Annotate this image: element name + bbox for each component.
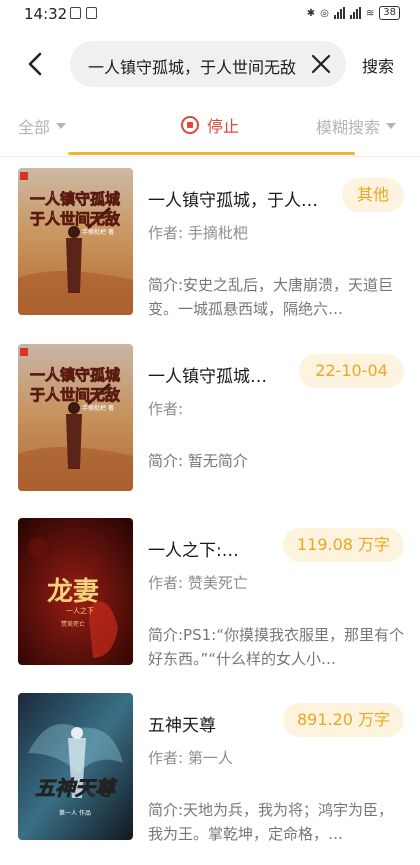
search-input[interactable]: 一人镇守孤城，于人世间无敌 bbox=[70, 41, 346, 87]
book-author: 作者: 赞美死亡 bbox=[148, 574, 248, 592]
active-tab-underline bbox=[68, 152, 355, 155]
cover-title-line: 一人之下 bbox=[66, 606, 94, 615]
stop-label: 停止 bbox=[207, 117, 240, 136]
cover-author-text: 赞美死亡 bbox=[61, 620, 85, 628]
book-intro: 简介: 暂无简介 bbox=[148, 452, 248, 470]
caret-down-icon bbox=[386, 123, 397, 129]
stop-search-button[interactable]: 停止 bbox=[181, 113, 239, 137]
book-title: 一人镇守孤城，于人… bbox=[148, 191, 318, 211]
book-intro: 简介:PS1:“你摸摸我衣服里，那里有个好东西。”“什么样的女人小… bbox=[148, 626, 404, 668]
book-tag: 其他 bbox=[342, 178, 404, 212]
hotspot-icon: ◎ bbox=[320, 7, 329, 19]
wifi-icon: ≋ bbox=[365, 7, 375, 19]
status-system-icons: ✱ ◎ ≋ 38 bbox=[307, 6, 400, 20]
chevron-left-icon bbox=[28, 52, 42, 76]
fuzzy-search-label: 模糊搜索 bbox=[316, 118, 381, 137]
cover-author-text: 第一人 作品 bbox=[59, 809, 91, 817]
book-item[interactable]: 五神天尊 第一人 作品 五神天尊 891.20 万字 作者: 第一人 简介:天地… bbox=[0, 693, 420, 843]
book-author: 作者: bbox=[148, 400, 184, 418]
book-item[interactable]: 一人镇守孤城 于人世间无敌 手摘枇杷 著 一人镇守孤城… 22-10-04 作者… bbox=[0, 344, 420, 494]
search-query-text[interactable]: 一人镇守孤城，于人世间无敌 bbox=[88, 54, 296, 78]
cover-title-line: 于人世间无敌 bbox=[30, 386, 120, 404]
status-notification-icons bbox=[70, 7, 97, 19]
cover-title-line: 于人世间无敌 bbox=[30, 210, 120, 228]
filter-all-label: 全部 bbox=[18, 118, 51, 137]
divider bbox=[0, 156, 420, 157]
book-tag: 891.20 万字 bbox=[283, 703, 404, 737]
fuzzy-search-dropdown[interactable]: 模糊搜索 bbox=[316, 114, 397, 138]
status-time: 14:32 bbox=[24, 5, 68, 23]
cover-author-text: 手摘枇杷 著 bbox=[82, 228, 114, 236]
book-intro: 简介:安史之乱后，大唐崩溃，天道巨变。一城孤悬西域，隔绝六… bbox=[148, 276, 394, 318]
cover-title-line: 五神天尊 bbox=[35, 776, 118, 800]
book-title: 一人镇守孤城… bbox=[148, 367, 267, 387]
back-button[interactable] bbox=[20, 48, 52, 80]
search-button[interactable]: 搜索 bbox=[362, 53, 394, 77]
book-tag: 22-10-04 bbox=[299, 354, 404, 388]
book-item[interactable]: 龙妻 一人之下 赞美死亡 一人之下:… 119.08 万字 作者: 赞美死亡 简… bbox=[0, 518, 420, 668]
cover-author-text: 手摘枇杷 著 bbox=[82, 404, 114, 412]
book-title: 一人之下:… bbox=[148, 541, 239, 561]
close-icon bbox=[311, 54, 331, 74]
filter-all-dropdown[interactable]: 全部 bbox=[18, 114, 67, 138]
clear-search-button[interactable] bbox=[310, 53, 332, 75]
cover-title-line: 龙妻 bbox=[47, 577, 99, 607]
book-cover: 一人镇守孤城 于人世间无敌 手摘枇杷 著 bbox=[18, 344, 133, 491]
signal-icon-2 bbox=[349, 7, 361, 19]
stop-icon bbox=[181, 116, 199, 134]
nfc-icon bbox=[86, 7, 97, 19]
book-tag: 119.08 万字 bbox=[283, 528, 404, 562]
book-author: 作者: 手摘枇杷 bbox=[148, 224, 248, 242]
filter-bar: 全部 停止 模糊搜索 bbox=[0, 108, 420, 156]
screenshot-icon bbox=[70, 7, 81, 19]
cover-title-line: 一人镇守孤城 bbox=[30, 190, 120, 208]
book-title: 五神天尊 bbox=[148, 716, 216, 736]
book-item[interactable]: 一人镇守孤城 于人世间无敌 手摘枇杷 著 一人镇守孤城，于人… 其他 作者: 手… bbox=[0, 168, 420, 318]
status-bar: 14:32 ✱ ◎ ≋ 38 bbox=[0, 0, 420, 28]
cover-title-line: 一人镇守孤城 bbox=[30, 366, 120, 384]
book-author: 作者: 第一人 bbox=[148, 749, 233, 767]
caret-down-icon bbox=[56, 123, 67, 129]
bluetooth-icon: ✱ bbox=[306, 7, 316, 19]
battery-icon: 38 bbox=[379, 6, 400, 20]
signal-icon bbox=[333, 7, 345, 19]
book-intro: 简介:天地为兵，我为将；鸿宇为臣，我为王。掌乾坤，定命格，… bbox=[148, 801, 394, 843]
book-cover: 龙妻 一人之下 赞美死亡 bbox=[18, 518, 133, 665]
book-cover: 一人镇守孤城 于人世间无敌 手摘枇杷 著 bbox=[18, 168, 133, 315]
search-header: 一人镇守孤城，于人世间无敌 搜索 bbox=[0, 38, 420, 92]
book-cover: 五神天尊 第一人 作品 bbox=[18, 693, 133, 840]
